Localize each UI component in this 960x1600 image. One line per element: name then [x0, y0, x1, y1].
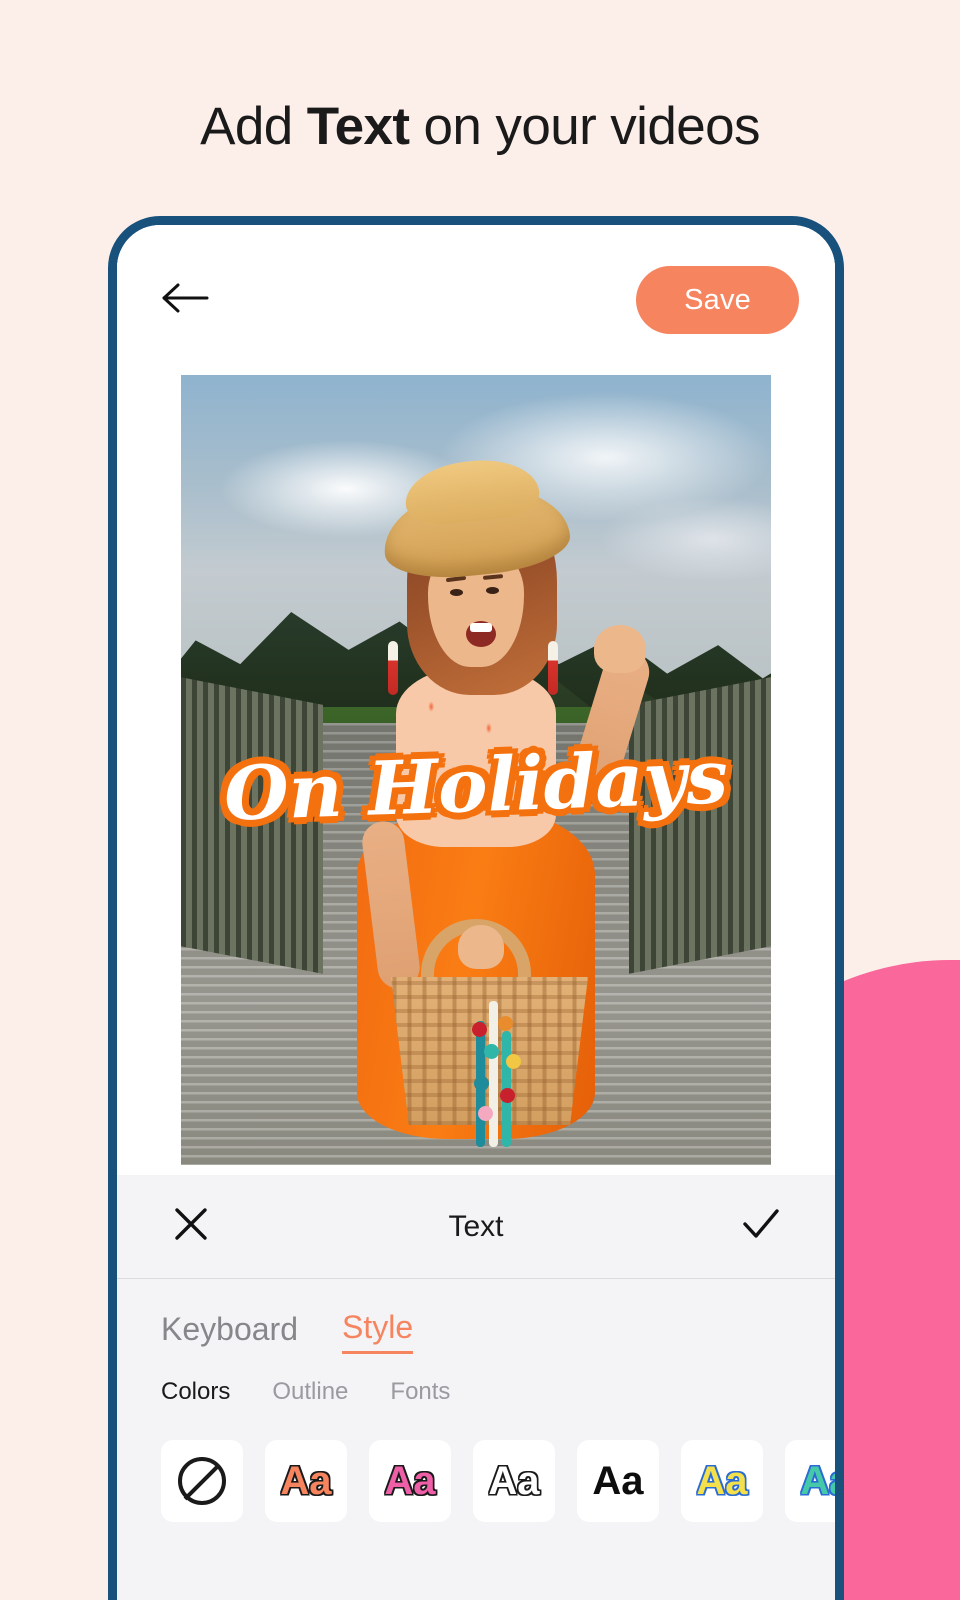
color-swatch-teal[interactable]: Aa: [785, 1440, 835, 1522]
phone-frame: Save On Holidays Text Keyboard Style Col…: [108, 216, 844, 1600]
pom-pom: [472, 1022, 487, 1037]
color-swatch-black[interactable]: Aa: [577, 1440, 659, 1522]
raised-hand: [594, 625, 646, 673]
subtab-outline[interactable]: Outline: [272, 1378, 348, 1406]
close-icon: [171, 1204, 211, 1249]
save-button[interactable]: Save: [636, 266, 799, 334]
eyebrow-right: [482, 574, 504, 580]
video-text-overlay[interactable]: On Holidays: [223, 734, 730, 838]
color-swatch-pink[interactable]: Aa: [369, 1440, 451, 1522]
headline-prefix: Add: [200, 97, 307, 156]
style-subtabs: Colors Outline Fonts: [117, 1368, 835, 1406]
tassel-ribbon: [489, 1001, 498, 1147]
eye-right: [486, 587, 499, 594]
headline-emphasis: Text: [306, 97, 410, 156]
pom-pom: [500, 1088, 515, 1103]
text-editor-sheet: Text Keyboard Style Colors Outline Fonts: [117, 1175, 835, 1600]
swatch-label: Aa: [280, 1459, 332, 1503]
tab-style[interactable]: Style: [341, 1309, 414, 1354]
check-icon: [739, 1204, 783, 1249]
arrow-left-icon: [161, 280, 211, 321]
subtab-colors[interactable]: Colors: [161, 1378, 230, 1406]
earring-right: [548, 641, 558, 695]
pom-pom: [498, 1016, 513, 1031]
app-bar: Save: [117, 225, 835, 375]
back-button[interactable]: [157, 271, 215, 329]
color-swatch-orange[interactable]: Aa: [265, 1440, 347, 1522]
pom-pom: [474, 1076, 489, 1091]
pom-pom: [484, 1044, 499, 1059]
cancel-button[interactable]: [165, 1201, 217, 1253]
editor-tabs: Keyboard Style: [117, 1279, 835, 1368]
sheet-title: Text: [448, 1209, 504, 1243]
swatch-label: Aa: [384, 1459, 436, 1503]
page-title: Add Text on your videos: [0, 96, 960, 159]
mouth: [466, 621, 496, 647]
color-swatch-white-outline[interactable]: Aa: [473, 1440, 555, 1522]
eye-left: [450, 589, 463, 596]
swatch-label: Aa: [488, 1459, 540, 1503]
color-swatch-list[interactable]: AaAaAaAaAaAaAa: [117, 1406, 835, 1522]
color-swatch-yellow[interactable]: Aa: [681, 1440, 763, 1522]
swatch-label: Aa: [800, 1459, 835, 1503]
color-swatch-none[interactable]: [161, 1440, 243, 1522]
headline-suffix: on your videos: [409, 97, 761, 156]
app-screen: Save On Holidays Text Keyboard Style Col…: [117, 225, 835, 1600]
hand-on-basket: [458, 925, 504, 969]
swatch-label: Aa: [696, 1459, 748, 1503]
swatch-label: Aa: [592, 1459, 644, 1503]
video-canvas-area: On Holidays: [117, 375, 835, 1175]
pom-pom: [478, 1106, 493, 1121]
sheet-header: Text: [117, 1175, 835, 1279]
confirm-button[interactable]: [735, 1201, 787, 1253]
pom-pom: [506, 1054, 521, 1069]
earring-left: [388, 641, 398, 695]
video-preview[interactable]: On Holidays: [181, 375, 771, 1165]
subtab-fonts[interactable]: Fonts: [390, 1378, 450, 1406]
tab-keyboard[interactable]: Keyboard: [161, 1311, 298, 1353]
no-color-icon: [178, 1457, 226, 1505]
railing-right: [629, 677, 771, 974]
